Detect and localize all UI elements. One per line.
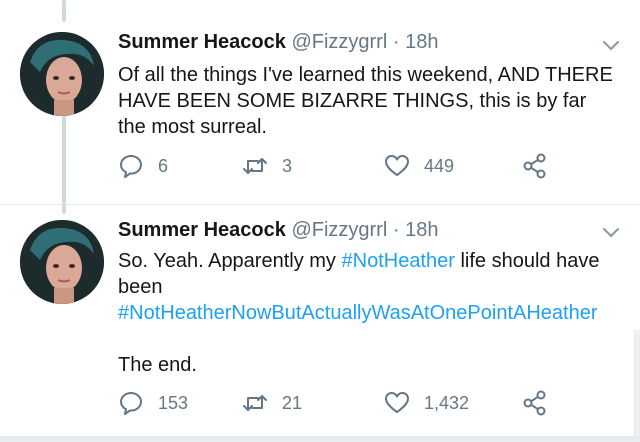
avatar[interactable]	[20, 32, 104, 116]
author-handle[interactable]: @Fizzygrrl	[291, 31, 387, 53]
like-button[interactable]: 1,432	[384, 388, 469, 418]
author-name[interactable]: Summer Heacock	[118, 31, 286, 53]
author-handle[interactable]: @Fizzygrrl	[291, 219, 387, 241]
scrollbar-edge[interactable]	[634, 330, 640, 442]
retweet-button[interactable]: 21	[242, 388, 302, 418]
like-count: 449	[424, 155, 455, 176]
reply-count: 153	[158, 392, 189, 413]
author-name[interactable]: Summer Heacock	[118, 219, 286, 241]
reply-button[interactable]: 6	[118, 151, 168, 181]
hashtag-link[interactable]: #NotHeather	[342, 250, 455, 272]
chevron-down-icon[interactable]	[602, 227, 620, 239]
like-button[interactable]: 449	[384, 151, 454, 181]
tweet-text: So. Yeah. Apparently my #NotHeather life…	[118, 248, 618, 378]
tweet-header: Summer Heacock @Fizzygrrl · 18h	[118, 30, 438, 54]
like-count: 1,432	[424, 392, 470, 413]
retweet-count: 21	[282, 392, 303, 413]
reply-button[interactable]: 153	[118, 388, 188, 418]
retweet-icon	[243, 395, 267, 411]
tweet[interactable]: Summer Heacock @Fizzygrrl · 18h So. Yeah…	[0, 205, 640, 442]
timestamp[interactable]: 18h	[405, 31, 438, 53]
tweet-text: Of all the things I've learned this week…	[118, 64, 613, 138]
separator-dot: ·	[392, 31, 400, 53]
share-icon	[523, 153, 546, 179]
separator-dot: ·	[392, 219, 400, 241]
tweet-text-part: So. Yeah. Apparently my	[118, 250, 342, 272]
avatar[interactable]	[20, 220, 104, 304]
share-button[interactable]	[522, 151, 548, 181]
reply-icon	[120, 392, 142, 415]
tweet-actions: 153 21 1,432	[118, 388, 598, 418]
hashtag-link[interactable]: #NotHeatherNowButActuallyWasAtOnePointAH…	[118, 302, 598, 324]
heart-icon	[385, 392, 409, 413]
reply-count: 6	[158, 155, 169, 176]
timestamp[interactable]: 18h	[405, 219, 438, 241]
tweet[interactable]: Summer Heacock @Fizzygrrl · 18h Of all t…	[0, 0, 640, 205]
tweet-actions: 6 3 449	[118, 151, 598, 181]
tweet-text-part: The end.	[118, 354, 197, 376]
heart-icon	[385, 155, 409, 176]
share-button[interactable]	[522, 388, 548, 418]
bottom-bar	[0, 436, 640, 442]
tweet-header: Summer Heacock @Fizzygrrl · 18h	[118, 218, 438, 242]
reply-icon	[120, 155, 142, 178]
retweet-count: 3	[282, 155, 293, 176]
retweet-button[interactable]: 3	[242, 151, 292, 181]
retweet-icon	[243, 158, 267, 174]
share-icon	[523, 390, 546, 416]
chevron-down-icon[interactable]	[602, 40, 620, 52]
